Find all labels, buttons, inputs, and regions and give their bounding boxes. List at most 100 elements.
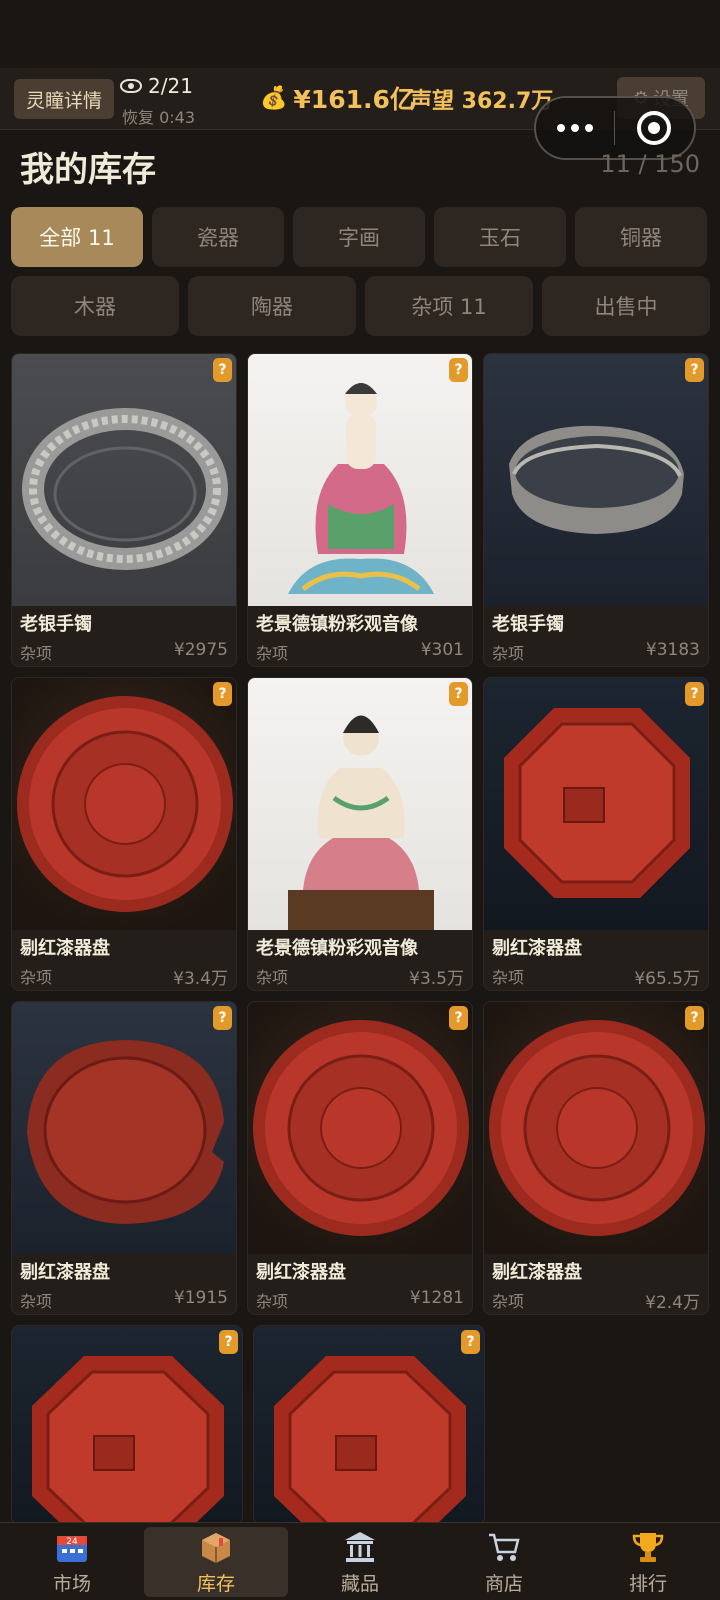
item-price: ¥3.5万 (409, 969, 464, 989)
eye-icon (120, 79, 142, 93)
tab-wood[interactable]: 木器 (11, 276, 179, 336)
item-name: 剔红漆器盘 (20, 1262, 110, 1283)
status-bar (0, 0, 720, 68)
item-card[interactable]: ? (253, 1325, 485, 1525)
unknown-badge: ? (461, 1330, 480, 1354)
more-dots-icon[interactable] (536, 124, 614, 132)
unknown-badge: ? (449, 358, 468, 382)
item-name: 剔红漆器盘 (20, 938, 110, 959)
unknown-badge: ? (213, 1006, 232, 1030)
item-category: 杂项 (492, 644, 525, 663)
item-price: ¥301 (420, 640, 464, 660)
unknown-badge: ? (449, 1006, 468, 1030)
item-name: 剔红漆器盘 (492, 938, 582, 959)
unknown-badge: ? (685, 682, 704, 706)
eye-count: 2/21 (120, 74, 193, 98)
eye-details-button[interactable]: 灵瞳详情 (14, 79, 114, 119)
item-image-lacquer-round-plate (484, 1002, 708, 1254)
item-card[interactable]: ? (11, 1325, 243, 1525)
item-name: 老景德镇粉彩观音像 (256, 938, 418, 959)
item-card[interactable]: ? 剔红漆器盘 杂项 ¥1281 (247, 1001, 473, 1315)
item-image-lacquer-octagon-plate (484, 678, 708, 930)
box-icon (198, 1529, 234, 1565)
cart-icon (486, 1529, 522, 1565)
tab-pottery[interactable]: 陶器 (188, 276, 356, 336)
item-image-lacquer-octagon-plate (12, 1326, 242, 1524)
svg-text:24: 24 (66, 1537, 78, 1547)
item-card[interactable]: ? 老景德镇粉彩观音像 杂项 ¥301 (247, 353, 473, 667)
item-name: 老银手镯 (20, 614, 92, 635)
item-category: 杂项 (256, 968, 289, 987)
item-name: 剔红漆器盘 (492, 1262, 582, 1283)
money-value: ¥161.6亿 (293, 85, 415, 114)
nav-label: 藏品 (340, 1572, 379, 1595)
unknown-badge: ? (213, 358, 232, 382)
item-image-silver-bangle (12, 354, 236, 606)
item-card[interactable]: ? 老银手镯 杂项 ¥3183 (483, 353, 709, 667)
item-category: 杂项 (20, 644, 53, 663)
tab-misc[interactable]: 杂项 11 (365, 276, 533, 336)
bottom-nav: 24 市场 库存 藏品 商店 排行 (0, 1522, 720, 1600)
item-name: 剔红漆器盘 (256, 1262, 346, 1283)
nav-market[interactable]: 24 市场 (0, 1523, 144, 1600)
item-card[interactable]: ? 老银手镯 杂项 ¥2975 (11, 353, 237, 667)
item-card[interactable]: ? 剔红漆器盘 杂项 ¥65.5万 (483, 677, 709, 991)
nav-label: 市场 (52, 1572, 91, 1595)
item-price: ¥1281 (409, 1288, 464, 1308)
museum-icon (342, 1529, 378, 1565)
item-image-lacquer-round-plate (12, 678, 236, 930)
money-bag-icon: 💰 (260, 85, 288, 111)
item-image-silver-bangle-worn (484, 354, 708, 606)
nav-shop[interactable]: 商店 (432, 1523, 576, 1600)
unknown-badge: ? (685, 1006, 704, 1030)
item-price: ¥2.4万 (645, 1293, 700, 1313)
item-name: 老景德镇粉彩观音像 (256, 614, 418, 635)
item-category: 杂项 (20, 968, 53, 987)
close-miniprogram-icon[interactable] (615, 111, 695, 145)
unknown-badge: ? (213, 682, 232, 706)
inventory-count: 11 / 150 (600, 150, 700, 178)
unknown-badge: ? (219, 1330, 238, 1354)
fame-display: 声望 362.7万 (410, 89, 554, 114)
unknown-badge: ? (449, 682, 468, 706)
item-category: 杂项 (256, 644, 289, 663)
item-card[interactable]: ? 剔红漆器盘 杂项 ¥2.4万 (483, 1001, 709, 1315)
tab-porcelain[interactable]: 瓷器 (152, 207, 284, 267)
item-price: ¥3.4万 (173, 969, 228, 989)
item-price: ¥1915 (173, 1288, 228, 1308)
tab-bronze[interactable]: 铜器 (575, 207, 707, 267)
nav-collection[interactable]: 藏品 (288, 1523, 432, 1600)
item-category: 杂项 (492, 1292, 525, 1311)
item-image-lacquer-plate-broken (12, 1002, 236, 1254)
item-card[interactable]: ? 剔红漆器盘 杂项 ¥3.4万 (11, 677, 237, 991)
item-price: ¥3183 (645, 640, 700, 660)
tab-on-sale[interactable]: 出售中 (542, 276, 710, 336)
item-image-lacquer-octagon-plate (254, 1326, 484, 1524)
nav-label: 排行 (628, 1572, 667, 1595)
item-card[interactable]: ? 剔红漆器盘 杂项 ¥1915 (11, 1001, 237, 1315)
item-image-guanyin-statue-seated (248, 678, 472, 930)
tab-jade[interactable]: 玉石 (434, 207, 566, 267)
tab-painting[interactable]: 字画 (293, 207, 425, 267)
nav-label: 库存 (196, 1572, 235, 1595)
item-image-lacquer-round-plate (248, 1002, 472, 1254)
item-name: 老银手镯 (492, 614, 564, 635)
item-category: 杂项 (256, 1292, 289, 1311)
nav-inventory[interactable]: 库存 (144, 1527, 288, 1597)
eye-count-value: 2/21 (148, 74, 193, 98)
item-price: ¥2975 (173, 640, 228, 660)
recover-timer: 恢复 0:43 (122, 108, 196, 127)
market-calendar-icon: 24 (54, 1529, 90, 1565)
category-tabs-row1: 全部 11 瓷器 字画 玉石 铜器 (11, 207, 707, 267)
trophy-icon (630, 1529, 666, 1565)
category-tabs-row2: 木器 陶器 杂项 11 出售中 (11, 276, 710, 336)
item-category: 杂项 (20, 1292, 53, 1311)
nav-ranking[interactable]: 排行 (576, 1523, 720, 1600)
item-card[interactable]: ? 老景德镇粉彩观音像 杂项 ¥3.5万 (247, 677, 473, 991)
page-title: 我的库存 (20, 150, 156, 190)
money-display: 💰 ¥161.6亿 (260, 80, 415, 116)
item-price: ¥65.5万 (634, 969, 700, 989)
item-category: 杂项 (492, 968, 525, 987)
item-image-guanyin-statue (248, 354, 472, 606)
tab-all[interactable]: 全部 11 (11, 207, 143, 267)
